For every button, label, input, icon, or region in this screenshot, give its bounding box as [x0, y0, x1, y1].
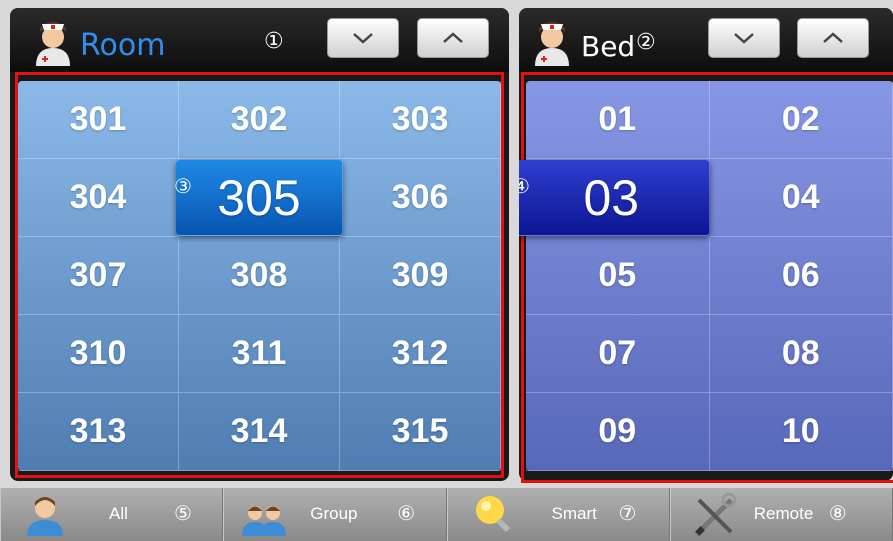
smart-marker: ⑦: [618, 501, 637, 525]
room-cell-303[interactable]: 303: [340, 81, 501, 159]
group-icon: [242, 506, 287, 536]
room-grid: 301 302 303 304 305 ③ 306 307 308 309 310 311 312 313…: [18, 81, 501, 471]
room-cell-308[interactable]: 308: [179, 237, 340, 315]
bed-number: 03: [583, 169, 640, 226]
room-cell-301[interactable]: 301: [18, 81, 179, 159]
all-label: All: [109, 504, 128, 523]
smart-label: Smart: [551, 504, 597, 523]
room-number: 302: [230, 100, 288, 138]
all-marker: ⑤: [174, 501, 192, 525]
bed-selected-marker: ④: [519, 176, 530, 198]
bed-scroll-up-button[interactable]: [797, 18, 869, 58]
room-number: 310: [69, 334, 127, 372]
tools-icon: [694, 492, 737, 536]
room-number: 303: [391, 100, 449, 138]
room-cell-315[interactable]: 315: [340, 393, 501, 471]
bottom-toolbar: All ⑤ Group ⑥ Smart ⑦ Remote ⑧: [0, 488, 893, 541]
bed-number: 09: [598, 412, 637, 450]
nurse-icon: [535, 22, 569, 66]
bed-grid: 01 02 03 ④ 04 05 06 07 08 09 10: [519, 81, 893, 471]
bed-cell-04[interactable]: 04: [709, 159, 893, 237]
room-number: 308: [230, 256, 288, 294]
chevron-down-icon: [734, 33, 754, 44]
room-cell-314[interactable]: 314: [179, 393, 340, 471]
bed-number: 06: [781, 256, 820, 294]
room-marker: ①: [264, 29, 284, 54]
room-cell-304[interactable]: 304: [18, 159, 179, 237]
chevron-up-icon: [823, 32, 843, 43]
bed-number: 01: [598, 100, 637, 138]
room-number: 311: [231, 334, 287, 372]
room-number: 307: [69, 256, 127, 294]
bed-scroll-down-button[interactable]: [708, 18, 780, 58]
room-cell-305[interactable]: 305 ③: [174, 160, 343, 236]
all-button[interactable]: All ⑤: [0, 488, 224, 541]
room-title: Room: [80, 28, 166, 63]
room-cell-310[interactable]: 310: [18, 315, 179, 393]
room-cell-307[interactable]: 307: [18, 237, 179, 315]
group-button[interactable]: Group ⑥: [223, 488, 447, 541]
room-number: 314: [230, 412, 288, 450]
bed-number: 02: [781, 100, 820, 138]
bed-cell-05[interactable]: 05: [526, 237, 710, 315]
smart-button[interactable]: Smart ⑦: [446, 488, 670, 541]
bed-panel: Bed ② 01 02 03 ④ 04 05 06 07 08 09 10: [519, 8, 893, 481]
lightbulb-icon: [475, 496, 510, 532]
room-cell-306[interactable]: 306: [340, 159, 501, 237]
chevron-up-icon: [443, 32, 463, 43]
group-marker: ⑥: [397, 501, 416, 525]
group-label: Group: [310, 504, 358, 523]
room-number: 315: [391, 412, 449, 450]
bed-number: 08: [781, 334, 820, 372]
bed-number: 04: [781, 178, 820, 216]
bed-cell-02[interactable]: 02: [709, 81, 893, 159]
bed-title: Bed: [581, 30, 636, 63]
room-scroll-up-button[interactable]: [417, 18, 489, 58]
room-number: 306: [391, 178, 449, 216]
room-number: 305: [217, 169, 301, 226]
bed-cell-08[interactable]: 08: [709, 315, 893, 393]
nurse-icon: [36, 22, 70, 66]
bed-header: Bed ②: [519, 8, 893, 72]
bed-number: 07: [598, 334, 637, 372]
bed-cell-06[interactable]: 06: [709, 237, 893, 315]
remote-label: Remote: [753, 504, 814, 523]
room-number: 301: [69, 100, 127, 138]
remote-marker: ⑧: [828, 501, 847, 525]
room-panel: Room ① 301 302 303 304 305 ③ 306 307 308 309 310 31…: [10, 8, 509, 481]
room-number: 309: [391, 256, 449, 294]
chevron-down-icon: [353, 33, 373, 44]
room-number: 304: [69, 178, 127, 216]
person-icon: [27, 497, 63, 536]
room-number: 313: [69, 412, 127, 450]
room-number: 312: [391, 334, 449, 372]
room-selected-marker: ③: [174, 176, 192, 198]
bed-cell-03[interactable]: 03 ④: [519, 160, 710, 236]
room-cell-309[interactable]: 309: [340, 237, 501, 315]
bed-number: 10: [781, 412, 820, 450]
room-scroll-down-button[interactable]: [327, 18, 399, 58]
bed-marker: ②: [636, 30, 656, 55]
room-header: Room ①: [10, 8, 509, 72]
remote-button[interactable]: Remote ⑧: [669, 488, 893, 541]
bed-cell-01[interactable]: 01: [526, 81, 710, 159]
bed-cell-09[interactable]: 09: [526, 393, 710, 471]
bed-cell-07[interactable]: 07: [526, 315, 710, 393]
bed-cell-10[interactable]: 10: [709, 393, 893, 471]
room-cell-312[interactable]: 312: [340, 315, 501, 393]
room-cell-311[interactable]: 311: [179, 315, 340, 393]
bed-number: 05: [598, 256, 637, 294]
room-cell-302[interactable]: 302: [179, 81, 340, 159]
room-cell-313[interactable]: 313: [18, 393, 179, 471]
